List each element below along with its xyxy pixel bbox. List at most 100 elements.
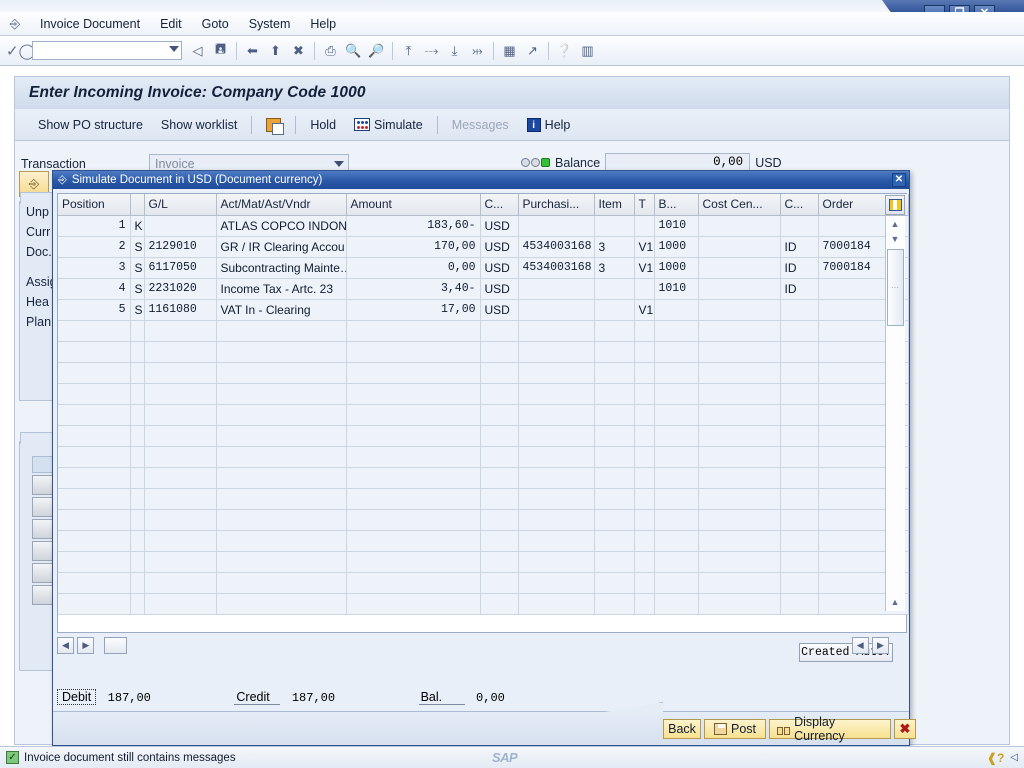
cell-empty[interactable] — [58, 383, 131, 405]
cell-empty[interactable] — [654, 362, 699, 384]
cell-empty[interactable] — [780, 530, 819, 552]
cell-empty[interactable] — [634, 467, 655, 489]
cell-empty[interactable] — [518, 509, 595, 531]
hold-button[interactable]: Hold — [301, 116, 345, 134]
cell-empty[interactable] — [346, 488, 481, 510]
cell-empty[interactable] — [594, 320, 635, 342]
table-row[interactable]: 4 S 2231020 Income Tax - Artc. 23 3,40- USD 10… — [58, 278, 909, 300]
cell-empty[interactable] — [634, 488, 655, 510]
cell-empty[interactable] — [480, 362, 519, 384]
cell-empty[interactable] — [518, 467, 595, 489]
cell-empty[interactable] — [594, 383, 635, 405]
cell-item[interactable] — [594, 278, 635, 300]
cell-empty[interactable] — [634, 362, 655, 384]
cell-empty[interactable] — [780, 404, 819, 426]
table-row-empty[interactable] — [58, 530, 909, 552]
cell-business-area[interactable]: 1010 — [654, 215, 699, 237]
cell-act-mat-ast-vndr[interactable]: Income Tax - Artc. 23 — [216, 278, 347, 300]
back-green-icon[interactable]: ⬅ — [242, 40, 263, 62]
cell-tax-code[interactable] — [634, 215, 655, 237]
cell-empty[interactable] — [58, 320, 131, 342]
cell-item[interactable]: 3 — [594, 236, 635, 258]
table-row-empty[interactable] — [58, 341, 909, 363]
cell-empty[interactable] — [780, 383, 819, 405]
cell-empty[interactable] — [216, 362, 347, 384]
cell-empty[interactable] — [144, 404, 217, 426]
dialog-close-button[interactable]: ✕ — [892, 173, 906, 187]
cell-empty[interactable] — [130, 425, 145, 447]
cell-empty[interactable] — [698, 530, 781, 552]
cell-empty[interactable] — [144, 572, 217, 594]
cell-empty[interactable] — [654, 404, 699, 426]
cell-empty[interactable] — [130, 530, 145, 552]
table-row-empty[interactable] — [58, 362, 909, 384]
cell-empty[interactable] — [594, 404, 635, 426]
cell-empty[interactable] — [480, 593, 519, 615]
cell-empty[interactable] — [518, 488, 595, 510]
menu-item-help[interactable]: Help — [300, 15, 346, 33]
cell-act-mat-ast-vndr[interactable]: VAT In - Clearing — [216, 299, 347, 321]
cell-empty[interactable] — [58, 488, 131, 510]
cell-empty[interactable] — [518, 362, 595, 384]
cell-empty[interactable] — [518, 551, 595, 573]
cell-amount[interactable]: 170,00 — [346, 236, 481, 258]
scroll-up-button[interactable]: ▲ — [886, 216, 904, 231]
cell-empty[interactable] — [480, 488, 519, 510]
table-row-empty[interactable] — [58, 572, 909, 594]
scrollbar-thumb[interactable]: ⋯ — [887, 249, 904, 326]
cell-purchasing-document[interactable] — [518, 278, 595, 300]
col-currency[interactable]: C... — [480, 194, 519, 216]
cell-item[interactable] — [594, 215, 635, 237]
cell-amount[interactable]: 17,00 — [346, 299, 481, 321]
cell-empty[interactable] — [216, 572, 347, 594]
cell-empty[interactable] — [58, 509, 131, 531]
page-right-button[interactable]: ▶ — [872, 637, 889, 654]
cell-empty[interactable] — [698, 446, 781, 468]
cell-empty[interactable] — [144, 551, 217, 573]
cell-empty[interactable] — [518, 425, 595, 447]
cell-empty[interactable] — [654, 530, 699, 552]
cell-purchasing-document[interactable]: 4534003168 — [518, 236, 595, 258]
cell-empty[interactable] — [518, 383, 595, 405]
cell-business-area[interactable]: 1000 — [654, 236, 699, 258]
cell-empty[interactable] — [780, 551, 819, 573]
table-row[interactable]: 5 S 1161080 VAT In - Clearing 17,00 USD V1 — [58, 299, 909, 321]
save-icon[interactable]: 🖪 — [210, 40, 231, 62]
cell-empty[interactable] — [58, 362, 131, 384]
chevron-down-icon[interactable] — [334, 161, 344, 167]
table-row-empty[interactable] — [58, 593, 909, 615]
cell-empty[interactable] — [594, 362, 635, 384]
create-shortcut-icon[interactable]: ↗ — [522, 40, 543, 62]
cell-empty[interactable] — [144, 446, 217, 468]
cell-empty[interactable] — [480, 551, 519, 573]
cell-empty[interactable] — [58, 467, 131, 489]
back-button[interactable]: Back — [663, 719, 701, 739]
cell-empty[interactable] — [698, 383, 781, 405]
previous-page-icon[interactable]: ⤏ — [421, 40, 442, 62]
cell-empty[interactable] — [216, 404, 347, 426]
scroll-right-button[interactable]: ▶ — [77, 637, 95, 654]
select-all-layout-icon[interactable] — [885, 195, 905, 215]
cell-empty[interactable] — [594, 425, 635, 447]
command-input[interactable] — [33, 42, 165, 57]
cell-empty[interactable] — [346, 425, 481, 447]
cell-empty[interactable] — [144, 383, 217, 405]
last-page-icon[interactable]: ⤔ — [467, 40, 488, 62]
cell-empty[interactable] — [480, 383, 519, 405]
cell-country[interactable]: ID — [780, 236, 819, 258]
col-cost-center[interactable]: Cost Cen... — [698, 194, 781, 216]
cell-empty[interactable] — [780, 425, 819, 447]
cell-empty[interactable] — [346, 404, 481, 426]
exit-icon[interactable]: ⬆ — [265, 40, 286, 62]
print-icon[interactable]: ⎙ — [320, 40, 341, 62]
cell-tax-code[interactable] — [634, 278, 655, 300]
cell-empty[interactable] — [780, 341, 819, 363]
hscrollbar-thumb[interactable] — [103, 637, 127, 654]
cell-empty[interactable] — [518, 593, 595, 615]
scroll-down-button[interactable]: ▼ — [886, 231, 904, 246]
cell-act-mat-ast-vndr[interactable]: Subcontracting Mainte… — [216, 257, 347, 279]
cell-currency[interactable]: USD — [480, 215, 519, 237]
enter-check-icon[interactable]: ✓◯ — [6, 42, 35, 60]
cell-amount[interactable]: 0,00 — [346, 257, 481, 279]
cell-empty[interactable] — [518, 404, 595, 426]
